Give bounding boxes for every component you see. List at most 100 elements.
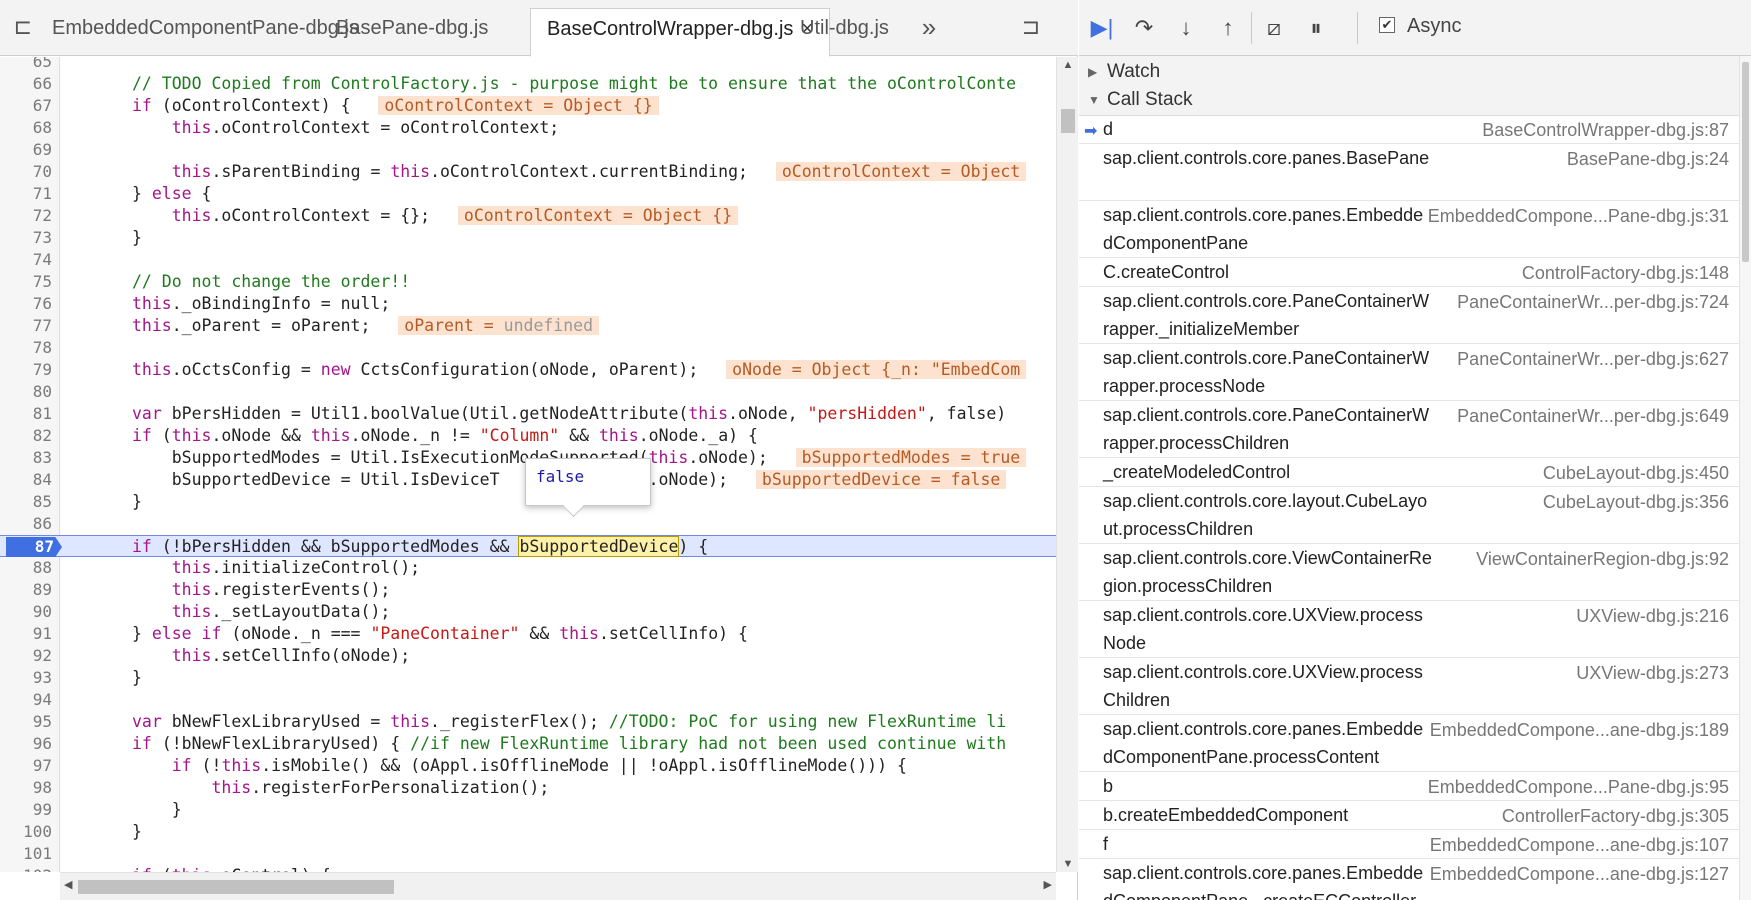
line-number[interactable]: 75 bbox=[0, 271, 52, 293]
callstack-section-header[interactable]: ▼ Call Stack bbox=[1079, 84, 1751, 116]
line-number[interactable]: 93 bbox=[0, 667, 52, 689]
call-frame[interactable]: b.createEmbeddedComponent ControllerFacto… bbox=[1079, 801, 1739, 830]
code-line[interactable]: 86 bbox=[0, 513, 1056, 535]
code-line[interactable]: 82 if (this.oNode && this.oNode._n != "Co… bbox=[0, 425, 1056, 447]
code-line[interactable]: 67 if (oControlContext) { oControlContext… bbox=[0, 95, 1056, 117]
line-number[interactable]: 97 bbox=[0, 755, 52, 777]
line-number[interactable]: 77 bbox=[0, 315, 52, 337]
frame-location-link[interactable]: EmbeddedCompone...ane-dbg.js:107 bbox=[1430, 836, 1729, 855]
toggle-navigator-icon[interactable]: ⊏ bbox=[10, 14, 36, 40]
code-line[interactable]: 92 this.setCellInfo(oNode); bbox=[0, 645, 1056, 667]
line-number[interactable]: 94 bbox=[0, 689, 52, 711]
call-frame[interactable]: sap.client.controls.core.panes.EmbeddedC… bbox=[1079, 859, 1739, 900]
scroll-down-icon[interactable]: ▼ bbox=[1057, 858, 1079, 870]
line-number[interactable]: 65 bbox=[0, 57, 52, 73]
code-line[interactable]: 77 this._oParent = oParent; oParent = und… bbox=[0, 315, 1056, 337]
execution-line[interactable]: 87 if (!bPersHidden && bSupportedModes &&… bbox=[0, 535, 1056, 557]
code-line[interactable]: 69 bbox=[0, 139, 1056, 161]
line-number[interactable]: 82 bbox=[0, 425, 52, 447]
call-frame[interactable]: _createModeledControl CubeLayout-dbg.js:4… bbox=[1079, 458, 1739, 487]
step-over-icon[interactable]: ↷ bbox=[1129, 14, 1159, 42]
code-line[interactable]: 95 var bNewFlexLibraryUsed = this._regist… bbox=[0, 711, 1056, 733]
code-line[interactable]: 76 this._oBindingInfo = null; bbox=[0, 293, 1056, 315]
code-line[interactable]: 94 bbox=[0, 689, 1056, 711]
tab-basepane[interactable]: BasePane-dbg.js bbox=[320, 8, 504, 56]
more-tabs-icon[interactable]: » bbox=[916, 14, 942, 40]
frame-location-link[interactable]: CubeLayout-dbg.js:450 bbox=[1543, 464, 1729, 483]
toggle-debugger-icon[interactable]: ⊐ bbox=[1018, 14, 1044, 40]
line-number[interactable]: 102 bbox=[0, 865, 52, 872]
frame-location-link[interactable]: BasePane-dbg.js:24 bbox=[1567, 150, 1729, 169]
code-line[interactable]: 68 this.oControlContext = oControlContex… bbox=[0, 117, 1056, 139]
frame-location-link[interactable]: EmbeddedCompone...ane-dbg.js:127 bbox=[1430, 865, 1729, 884]
line-number[interactable]: 71 bbox=[0, 183, 52, 205]
scrollbar-thumb[interactable] bbox=[1061, 109, 1075, 133]
call-frame[interactable]: b EmbeddedCompone...Pane-dbg.js:95 bbox=[1079, 772, 1739, 801]
code-line[interactable]: 75 // Do not change the order!! bbox=[0, 271, 1056, 293]
call-frame[interactable]: sap.client.controls.core.PaneContainerWr… bbox=[1079, 287, 1739, 344]
line-number[interactable]: 99 bbox=[0, 799, 52, 821]
code-line[interactable]: 100} bbox=[0, 821, 1056, 843]
line-number[interactable]: 100 bbox=[0, 821, 52, 843]
line-number[interactable]: 95 bbox=[0, 711, 52, 733]
frame-location-link[interactable]: PaneContainerWr...per-dbg.js:627 bbox=[1457, 350, 1729, 369]
line-number[interactable]: 73 bbox=[0, 227, 52, 249]
line-number[interactable]: 81 bbox=[0, 403, 52, 425]
line-number[interactable]: 86 bbox=[0, 513, 52, 535]
line-number[interactable]: 101 bbox=[0, 843, 52, 865]
scroll-left-icon[interactable]: ◀ bbox=[64, 878, 72, 891]
call-frame[interactable]: C.createControl ControlFactory-dbg.js:148 bbox=[1079, 258, 1739, 287]
call-frame[interactable]: sap.client.controls.core.panes.EmbeddedC… bbox=[1079, 201, 1739, 258]
line-number[interactable]: 84 bbox=[0, 469, 52, 491]
code-line[interactable]: 102 if (this.oControl) { bbox=[0, 865, 1056, 872]
horizontal-scrollbar[interactable]: ◀ ▶ bbox=[60, 872, 1056, 900]
line-number[interactable]: 66 bbox=[0, 73, 52, 95]
code-line[interactable]: 74 bbox=[0, 249, 1056, 271]
code-line[interactable]: 80 bbox=[0, 381, 1056, 403]
scrollbar-thumb[interactable] bbox=[78, 880, 394, 894]
call-frame[interactable]: sap.client.controls.core.PaneContainerWr… bbox=[1079, 344, 1739, 401]
line-number[interactable]: 89 bbox=[0, 579, 52, 601]
frame-location-link[interactable]: ControlFactory-dbg.js:148 bbox=[1522, 264, 1729, 283]
deactivate-breakpoints-icon[interactable]: ⧄ bbox=[1259, 14, 1289, 42]
code-line[interactable]: 101 bbox=[0, 843, 1056, 865]
code-line[interactable]: 96 if (!bNewFlexLibraryUsed) { //if new F… bbox=[0, 733, 1056, 755]
line-number[interactable]: 96 bbox=[0, 733, 52, 755]
step-into-icon[interactable]: ↓ bbox=[1171, 14, 1201, 42]
call-frame[interactable]: sap.client.controls.core.PaneContainerWr… bbox=[1079, 401, 1739, 458]
call-frame[interactable]: sap.client.controls.core.panes.EmbeddedC… bbox=[1079, 715, 1739, 772]
frame-location-link[interactable]: ControllerFactory-dbg.js:305 bbox=[1502, 807, 1729, 826]
line-number[interactable]: 69 bbox=[0, 139, 52, 161]
code-line[interactable]: 70 this.sParentBinding = this.oControlCo… bbox=[0, 161, 1056, 183]
line-number[interactable]: 78 bbox=[0, 337, 52, 359]
code-line[interactable]: 78 bbox=[0, 337, 1056, 359]
step-out-icon[interactable]: ↑ bbox=[1213, 14, 1243, 42]
code-line[interactable]: 99 } bbox=[0, 799, 1056, 821]
call-frame[interactable]: sap.client.controls.core.layout.CubeLayo… bbox=[1079, 487, 1739, 544]
line-number[interactable]: 91 bbox=[0, 623, 52, 645]
call-frame[interactable]: ➡ d BaseControlWrapper-dbg.js:87 bbox=[1079, 115, 1739, 144]
line-number[interactable]: 72 bbox=[0, 205, 52, 227]
call-frame[interactable]: sap.client.controls.core.UXView.processN… bbox=[1079, 601, 1739, 658]
vertical-scrollbar[interactable]: ▲ ▼ bbox=[1056, 57, 1078, 872]
call-frame[interactable]: f EmbeddedCompone...ane-dbg.js:107 bbox=[1079, 830, 1739, 859]
scrollbar-thumb[interactable] bbox=[1742, 62, 1749, 262]
tab-util[interactable]: Util-dbg.js bbox=[784, 8, 905, 56]
code-line[interactable]: 73} bbox=[0, 227, 1056, 249]
code-line[interactable]: 65 bbox=[0, 57, 1056, 73]
line-number[interactable]: 85 bbox=[0, 491, 52, 513]
code-line[interactable]: 98 this.registerForPersonalization(); bbox=[0, 777, 1056, 799]
pause-on-exceptions-icon[interactable]: ⏸ bbox=[1301, 14, 1331, 42]
code-line[interactable]: 90 this._setLayoutData(); bbox=[0, 601, 1056, 623]
frame-location-link[interactable]: EmbeddedCompone...ane-dbg.js:189 bbox=[1430, 721, 1729, 740]
resume-icon[interactable]: ▶| bbox=[1087, 14, 1117, 42]
code-line[interactable]: 66 // TODO Copied from ControlFactory.js … bbox=[0, 73, 1056, 95]
line-number[interactable]: 98 bbox=[0, 777, 52, 799]
line-number[interactable]: 67 bbox=[0, 95, 52, 117]
code-line[interactable]: 93} bbox=[0, 667, 1056, 689]
frame-location-link[interactable]: UXView-dbg.js:273 bbox=[1576, 664, 1729, 683]
code-line[interactable]: 72 this.oControlContext = {}; oControlCo… bbox=[0, 205, 1056, 227]
line-number[interactable]: 80 bbox=[0, 381, 52, 403]
line-number[interactable]: 76 bbox=[0, 293, 52, 315]
code-line[interactable]: 89 this.registerEvents(); bbox=[0, 579, 1056, 601]
